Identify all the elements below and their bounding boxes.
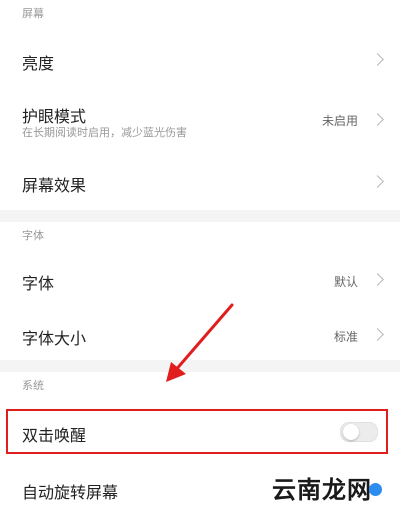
chevron-right-icon (371, 113, 384, 126)
section-header-system: 系统 (0, 372, 400, 400)
section-divider (0, 360, 400, 372)
row-display-effect[interactable]: 屏幕效果 (0, 152, 400, 210)
chevron-right-icon (371, 53, 384, 66)
watermark: 云南龙网 (272, 475, 372, 504)
section-divider (0, 210, 400, 222)
chevron-right-icon (371, 175, 384, 188)
row-font[interactable]: 字体 默认 (0, 250, 400, 308)
section-header-font: 字体 (0, 222, 400, 250)
row-title: 字体大小 (22, 329, 87, 348)
row-value: 标准 (333, 330, 358, 344)
row-title: 亮度 (22, 54, 55, 73)
row-value: 未启用 (321, 114, 358, 128)
row-font-size[interactable]: 字体大小 标准 (0, 308, 400, 360)
highlight-box (6, 409, 388, 454)
section-header-screen: 屏幕 (0, 0, 400, 28)
chevron-right-icon (371, 328, 384, 341)
row-title: 自动旋转屏幕 (22, 483, 119, 502)
chevron-right-icon (371, 273, 384, 286)
row-value: 默认 (333, 275, 358, 289)
row-title: 字体 (22, 274, 55, 293)
blue-dot-icon (369, 483, 382, 496)
row-eye-care[interactable]: 护眼模式 在长期阅读时启用，减少蓝光伤害 未启用 (0, 90, 400, 152)
row-title: 屏幕效果 (22, 176, 87, 195)
row-brightness[interactable]: 亮度 (0, 30, 400, 90)
row-subtitle: 在长期阅读时启用，减少蓝光伤害 (22, 126, 187, 139)
